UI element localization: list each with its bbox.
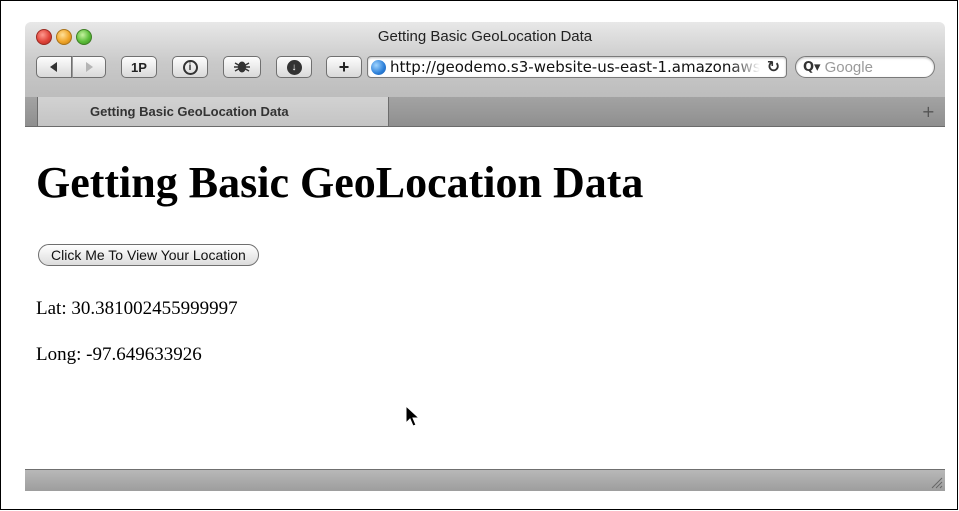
search-icon: Q▾ [803, 59, 821, 75]
search-field[interactable]: Q▾ Google [795, 56, 935, 78]
longitude-text: Long: -97.649633926 [36, 344, 202, 365]
toolbar: Getting Basic GeoLocation Data 1P i ↓ + [25, 22, 945, 98]
tab-bar: Getting Basic GeoLocation Data + [25, 97, 945, 127]
globe-icon [371, 59, 386, 75]
url-text: http://geodemo.s3-website-us-east-1.amaz… [390, 58, 760, 76]
page-title: Getting Basic GeoLocation Data [36, 158, 644, 207]
info-button[interactable]: i [172, 56, 208, 78]
address-bar[interactable]: http://geodemo.s3-website-us-east-1.amaz… [367, 56, 787, 78]
latitude-text: Lat: 30.381002455999997 [36, 298, 238, 319]
forward-button[interactable] [72, 56, 106, 78]
mouse-pointer-icon [405, 405, 421, 427]
info-icon: i [182, 59, 198, 75]
window-title: Getting Basic GeoLocation Data [377, 28, 593, 45]
tab-label: Getting Basic GeoLocation Data [90, 104, 289, 119]
download-icon: ↓ [286, 59, 302, 75]
view-location-button[interactable]: Click Me To View Your Location [38, 244, 259, 266]
forward-arrow-icon [86, 62, 93, 72]
add-label: + [338, 56, 350, 77]
onepassword-button[interactable]: 1P [121, 56, 157, 78]
browser-window: Getting Basic GeoLocation Data 1P i ↓ + [25, 22, 945, 491]
bug-button[interactable] [223, 56, 261, 78]
tab-active[interactable]: Getting Basic GeoLocation Data [37, 97, 389, 126]
add-bookmark-button[interactable]: + [326, 56, 362, 78]
page-content: Getting Basic GeoLocation Data Click Me … [25, 127, 945, 469]
back-arrow-icon [50, 62, 57, 72]
onepassword-label: 1P [131, 59, 147, 75]
download-button[interactable]: ↓ [276, 56, 312, 78]
search-placeholder: Google [824, 58, 873, 76]
resize-grip-icon[interactable] [929, 475, 943, 489]
back-button[interactable] [36, 56, 72, 78]
reload-icon[interactable]: ↻ [767, 57, 780, 77]
status-bar [25, 469, 945, 491]
new-tab-icon[interactable]: + [922, 102, 935, 121]
bug-icon [234, 61, 250, 73]
